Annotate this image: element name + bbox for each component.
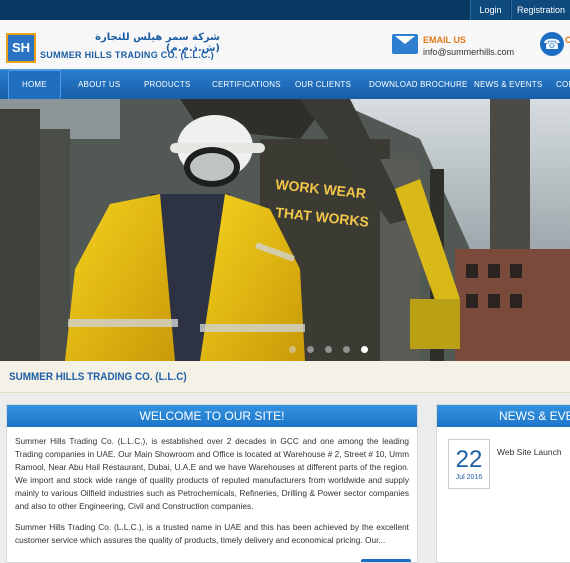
hero-image: WORK WEAR THAT WORKS bbox=[0, 99, 570, 361]
nav-news-events[interactable]: NEWS & EVENTS bbox=[474, 70, 542, 100]
registration-button[interactable]: Registration bbox=[511, 0, 570, 20]
email-link[interactable]: info@summerhills.com bbox=[423, 47, 514, 57]
news-item-link[interactable]: Web Site Launch bbox=[497, 447, 562, 457]
news-month: Jul 2016 bbox=[455, 474, 483, 481]
nav-home[interactable]: HOME bbox=[8, 70, 61, 100]
hero-slider[interactable]: WORK WEAR THAT WORKS bbox=[0, 99, 570, 361]
news-panel: NEWS & EVENTS 22 Jul 2016 Web Site Launc… bbox=[436, 404, 570, 563]
slider-dot-3[interactable] bbox=[325, 346, 332, 353]
welcome-title: WELCOME TO OUR SITE! bbox=[7, 405, 417, 427]
read-more-button[interactable] bbox=[361, 559, 411, 562]
nav-contact[interactable]: CONT bbox=[556, 70, 570, 100]
nav-about-us[interactable]: ABOUT US bbox=[78, 70, 120, 100]
nav-our-clients[interactable]: OUR CLIENTS bbox=[295, 70, 351, 100]
slider-dot-1[interactable] bbox=[289, 346, 296, 353]
nav-certifications[interactable]: CERTIFICATIONS bbox=[212, 70, 281, 100]
news-title: NEWS & EVENTS bbox=[437, 405, 570, 427]
news-date-badge: 22 Jul 2016 bbox=[448, 439, 490, 489]
top-bar: Login Registration bbox=[0, 0, 570, 20]
welcome-paragraph-1: Summer Hills Trading Co. (L.L.C.), is es… bbox=[15, 436, 409, 511]
slider-dot-2[interactable] bbox=[307, 346, 314, 353]
mail-icon bbox=[392, 34, 418, 54]
nav-products[interactable]: PRODUCTS bbox=[144, 70, 191, 100]
nav-download-brochure[interactable]: DOWNLOAD BROCHURE bbox=[369, 70, 468, 100]
phone-icon: ☎ bbox=[540, 32, 564, 56]
news-day: 22 bbox=[455, 446, 483, 473]
slider-dot-4[interactable] bbox=[343, 346, 350, 353]
welcome-body: Summer Hills Trading Co. (L.L.C.), is es… bbox=[7, 427, 417, 547]
welcome-panel: WELCOME TO OUR SITE! Summer Hills Tradin… bbox=[6, 404, 418, 563]
welcome-paragraph-2: Summer Hills Trading Co. (L.L.C.), is a … bbox=[15, 522, 409, 545]
logo-english-text[interactable]: SUMMER HILLS TRADING CO. (L.L.C.) bbox=[40, 50, 214, 60]
slider-dot-5[interactable] bbox=[361, 346, 368, 353]
company-name: SUMMER HILLS TRADING CO. (L.L.C) bbox=[9, 371, 187, 383]
phone-label: C bbox=[565, 35, 570, 45]
site-header: SH شركة سمر هيلس للتجارة (ش.ذ.م.م) SUMME… bbox=[0, 20, 570, 69]
main-nav: HOME ABOUT US PRODUCTS CERTIFICATIONS OU… bbox=[0, 69, 570, 100]
logo-mark[interactable]: SH bbox=[6, 33, 36, 63]
email-label: EMAIL US bbox=[423, 35, 466, 45]
company-bar: SUMMER HILLS TRADING CO. (L.L.C) bbox=[0, 361, 570, 393]
login-button[interactable]: Login bbox=[470, 0, 510, 20]
